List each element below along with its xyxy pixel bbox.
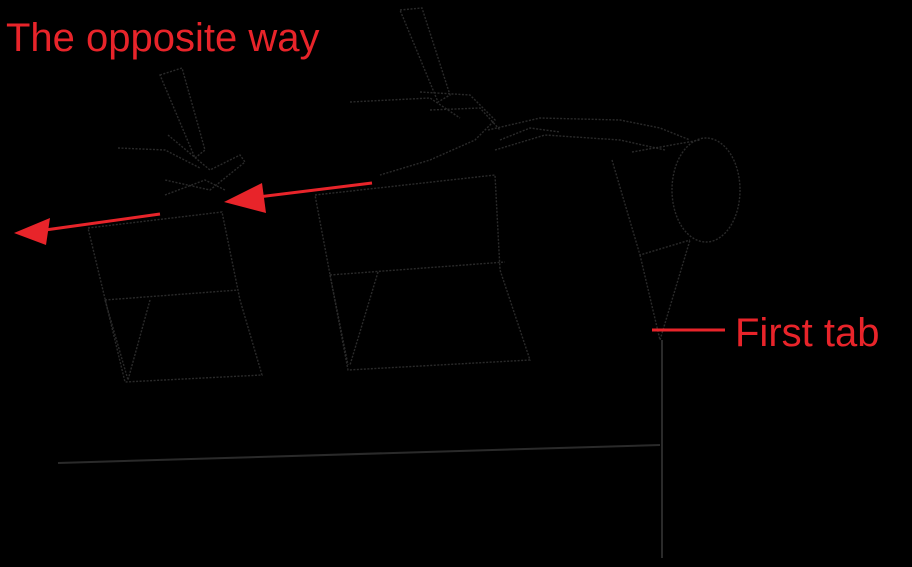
- connector-strip-sketch: [487, 117, 691, 151]
- opposite-way-arrow-1: [14, 212, 161, 245]
- base-lines: [57, 340, 663, 558]
- first-tab-label: First tab: [735, 311, 880, 355]
- left-tab-sketch: [87, 67, 263, 383]
- middle-tab-sketch: [314, 7, 531, 371]
- opposite-way-label: The opposite way: [6, 16, 320, 60]
- folding-diagram: [14, 7, 741, 558]
- opposite-way-arrow-2: [224, 181, 373, 213]
- first-tab-sketch: [611, 137, 741, 343]
